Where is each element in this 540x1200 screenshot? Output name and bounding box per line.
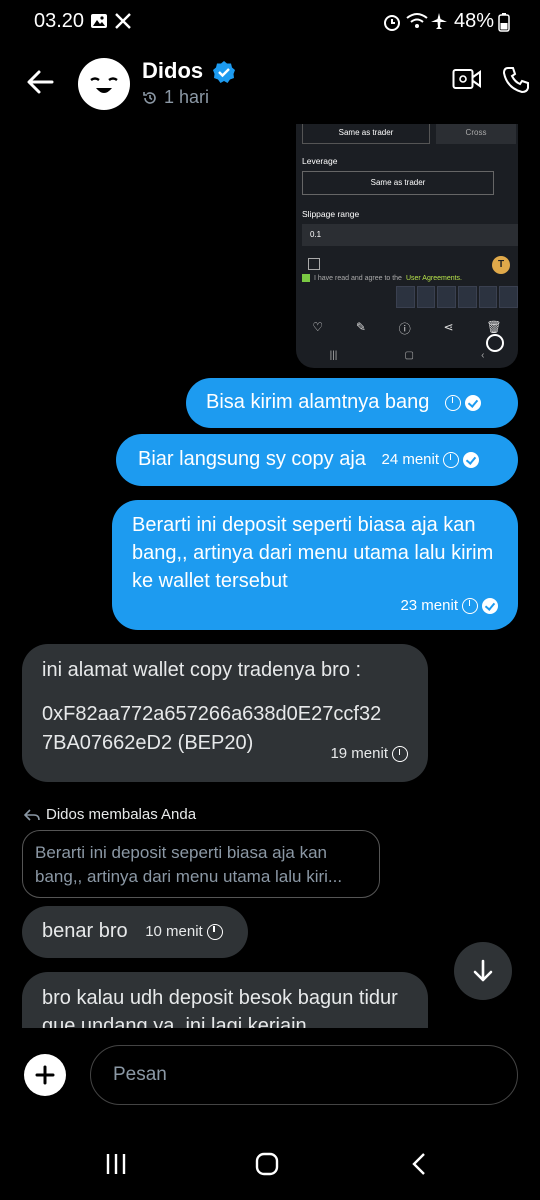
share-icon: ⋖ <box>443 320 454 334</box>
history-icon <box>143 91 156 104</box>
back-arrow-icon[interactable] <box>24 66 56 98</box>
screenshot-slippage-label: Slippage range <box>302 209 360 219</box>
message-meta: 19 menit <box>330 740 408 768</box>
home-icon[interactable] <box>255 1152 279 1176</box>
gallery-icon <box>91 14 107 28</box>
message-time: 19 menit <box>330 745 388 762</box>
home-icon: ▢ <box>404 350 414 361</box>
screenshot-thumbnails <box>396 286 518 308</box>
arrow-down-icon <box>473 959 493 982</box>
message-bubble-incoming[interactable]: benar bro 10 menit <box>22 906 248 958</box>
screenshot-slippage-value: 0.1 <box>302 224 518 246</box>
message-input[interactable] <box>90 1045 518 1105</box>
last-seen-text: 1 hari <box>164 87 210 107</box>
alarm-icon <box>384 15 400 31</box>
message-meta <box>445 394 481 411</box>
disappearing-timer-icon <box>392 746 408 762</box>
checkbox-icon <box>302 274 310 282</box>
message-text: Biar langsung sy copy aja <box>138 448 366 470</box>
battery-percent: 48% <box>453 10 494 32</box>
message-time: 24 menit <box>381 450 440 468</box>
reply-label-text: Didos membalas Anda <box>46 806 197 823</box>
pencil-icon: ✎ <box>355 320 366 334</box>
recents-icon: ||| <box>329 350 338 361</box>
scan-icon <box>308 258 320 270</box>
last-seen: 1 hari <box>142 87 209 108</box>
read-check-icon <box>463 451 480 468</box>
coin-icon: T <box>492 256 510 274</box>
message-meta: 23 menit <box>400 596 498 616</box>
disappearing-timer-icon <box>462 597 478 614</box>
message-bubble-outgoing[interactable]: Bisa kirim alamtnya bang <box>186 378 518 428</box>
chat-header: Didos 1 hari <box>0 44 540 124</box>
scroll-to-bottom-button[interactable] <box>454 942 512 1000</box>
screenshot-option-b: Cross <box>436 124 516 144</box>
status-bar: 03.20 48% <box>0 0 540 44</box>
info-icon: ⓘ <box>398 322 411 336</box>
disappearing-timer-icon <box>443 451 460 468</box>
heart-icon: ♡ <box>312 320 324 334</box>
message-bubble-incoming[interactable]: ini alamat wallet copy tradenya bro : 0x… <box>22 644 428 782</box>
verified-badge-icon <box>213 61 235 83</box>
reply-icon <box>24 808 40 821</box>
wifi-call-icon <box>406 13 428 28</box>
reply-label: Didos membalas Anda <box>24 806 196 823</box>
message-meta: 10 menit <box>145 918 223 946</box>
screenshot-agree-link: User Agreements. <box>405 274 462 282</box>
screenshot-agree-text: I have read and agree to the <box>314 274 402 282</box>
read-check-icon <box>482 597 498 614</box>
airplane-icon <box>431 13 447 29</box>
message-bubble-outgoing[interactable]: Biar langsung sy copy aja 24 menit <box>116 434 518 486</box>
message-text: Berarti ini deposit seperti biasa aja ka… <box>132 514 494 592</box>
recent-apps-icon[interactable] <box>104 1152 128 1176</box>
message-text: benar bro <box>42 920 128 942</box>
read-check-icon <box>465 394 481 411</box>
message-composer <box>0 1028 540 1128</box>
screenshot-leverage-value: Same as trader <box>302 171 494 195</box>
shared-screenshot-image[interactable]: Same as trader Cross Leverage Same as tr… <box>296 124 518 368</box>
message-time: 23 menit <box>400 596 458 614</box>
message-bubble-incoming[interactable]: bro kalau udh deposit besok bagun tidur … <box>22 972 428 1028</box>
message-text: Bisa kirim alamtnya bang <box>206 391 430 413</box>
screenshot-navbar: ||| ▢ ‹ <box>296 350 518 361</box>
screenshot-toolbar: ♡ ✎ ⓘ ⋖ 🗑 <box>296 320 518 337</box>
disappearing-timer-icon <box>445 394 461 411</box>
video-call-icon[interactable] <box>452 66 482 92</box>
screenshot-agreement: I have read and agree to the User Agreem… <box>302 274 462 282</box>
x-logo-icon <box>115 13 131 29</box>
back-icon[interactable] <box>408 1152 432 1176</box>
battery-icon <box>498 13 510 32</box>
status-time: 03.20 <box>34 10 85 32</box>
message-meta: 24 menit <box>381 446 480 474</box>
contact-name[interactable]: Didos <box>142 58 203 84</box>
screenshot-leverage-label: Leverage <box>302 156 338 166</box>
plus-icon <box>35 1065 55 1085</box>
avatar[interactable] <box>78 58 130 110</box>
back-icon: ‹ <box>481 350 485 361</box>
message-bubble-outgoing[interactable]: Berarti ini deposit seperti biasa aja ka… <box>112 500 518 630</box>
disappearing-timer-icon <box>206 923 223 940</box>
message-text: ini alamat wallet copy tradenya bro : <box>42 659 362 681</box>
smiley-face-icon <box>90 77 118 93</box>
phone-icon[interactable] <box>502 66 530 94</box>
system-navigation-bar <box>0 1128 540 1200</box>
quoted-message[interactable]: Berarti ini deposit seperti biasa aja ka… <box>22 830 380 898</box>
message-list[interactable]: Same as trader Cross Leverage Same as tr… <box>0 124 540 1028</box>
message-time: 10 menit <box>145 922 203 940</box>
add-attachment-button[interactable] <box>24 1054 66 1096</box>
message-text: bro kalau udh deposit besok bagun tidur … <box>42 987 398 1028</box>
screenshot-option: Same as trader <box>302 124 430 144</box>
